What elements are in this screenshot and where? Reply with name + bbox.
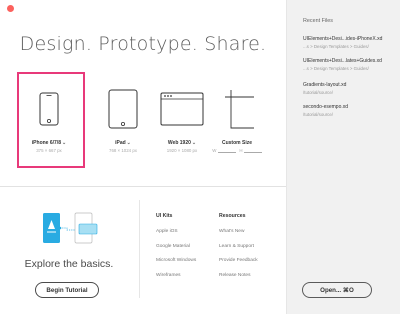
resources-title: Resources xyxy=(219,213,246,219)
preset-name: iPhone 6/7/8⌄ xyxy=(31,140,67,146)
link-learn-support[interactable]: Learn & Support xyxy=(219,244,258,259)
preset-ipad[interactable]: iPad⌄ 768 × 1024 px xyxy=(91,73,155,173)
preset-name: Custom Size xyxy=(221,140,252,146)
preset-size: 768 × 1024 px xyxy=(109,148,137,153)
link-google-material[interactable]: Google Material xyxy=(156,244,196,259)
open-file-button[interactable]: Open... ⌘O xyxy=(302,282,372,298)
ui-kits-title: UI Kits xyxy=(156,213,173,219)
recent-file-item[interactable]: UIElements+Desi...lates+Guides.xd ...s >… xyxy=(303,58,399,71)
link-release-notes[interactable]: Release Notes xyxy=(219,273,258,288)
begin-tutorial-button[interactable]: Begin Tutorial xyxy=(35,282,99,298)
chevron-down-icon[interactable]: ⌄ xyxy=(62,140,66,146)
vertical-divider xyxy=(139,200,140,298)
resources-column: Resources What's New Learn & Support Pro… xyxy=(219,213,258,288)
page-title: Design. Prototype. Share. xyxy=(19,33,267,55)
recent-file-item[interactable]: Gradients-layout.xd /tutorial/source/ xyxy=(303,82,399,95)
preset-name: iPad⌄ xyxy=(115,140,131,146)
xd-start-screen: Design. Prototype. Share. iPhone 6/7/8⌄ … xyxy=(0,0,400,314)
explore-heading: Explore the basics. xyxy=(24,258,114,270)
file-name: UIElements+Desi...lates+Guides.xd xyxy=(303,58,382,64)
link-apple-ios[interactable]: Apple iOS xyxy=(156,229,196,244)
link-microsoft-windows[interactable]: Microsoft Windows xyxy=(156,258,196,273)
tutorial-illustration xyxy=(31,210,101,250)
file-name: Gradients-layout.xd xyxy=(303,82,347,88)
ui-kits-column: UI Kits Apple iOS Google Material Micros… xyxy=(156,213,196,288)
link-wireframes[interactable]: Wireframes xyxy=(156,273,196,288)
chevron-down-icon[interactable]: ⌄ xyxy=(192,140,196,146)
file-name: UIElements+Desi...ides-iPhoneX.xd xyxy=(303,36,383,42)
artboard-presets: iPhone 6/7/8⌄ 375 × 667 px iPad⌄ 768 × 1… xyxy=(0,72,286,173)
iphone-icon xyxy=(17,81,81,136)
link-whats-new[interactable]: What's New xyxy=(219,229,258,244)
close-window-button[interactable] xyxy=(7,5,14,12)
recent-file-item[interactable]: secondo-esempo.xd /tutorial/source/ xyxy=(303,104,399,117)
custom-size-fields: W H xyxy=(205,148,269,153)
file-path: /tutorial/source/ xyxy=(303,111,334,117)
file-name: secondo-esempo.xd xyxy=(303,104,349,110)
recent-files-sidebar: Recent Files UIElements+Desi...ides-iPho… xyxy=(286,0,400,314)
file-path: /tutorial/source/ xyxy=(303,89,334,95)
recent-files-title: Recent Files xyxy=(303,18,333,24)
height-field[interactable] xyxy=(243,149,262,153)
preset-size: 375 × 667 px xyxy=(36,148,62,153)
file-path: ...s > Design Templates > Guides/ xyxy=(303,43,369,49)
preset-custom[interactable]: Custom Size W H xyxy=(205,73,269,173)
custom-size-icon xyxy=(205,81,269,136)
ipad-icon xyxy=(91,81,155,136)
section-divider xyxy=(0,186,286,187)
main-panel: Design. Prototype. Share. iPhone 6/7/8⌄ … xyxy=(0,0,286,314)
file-path: ...s > Design Templates > Guides/ xyxy=(303,65,369,71)
link-provide-feedback[interactable]: Provide Feedback xyxy=(219,258,258,273)
chevron-down-icon[interactable]: ⌄ xyxy=(127,140,131,146)
preset-iphone[interactable]: iPhone 6/7/8⌄ 375 × 667 px xyxy=(17,72,85,173)
recent-file-item[interactable]: UIElements+Desi...ides-iPhoneX.xd ...s >… xyxy=(303,36,399,49)
width-field[interactable] xyxy=(217,149,236,153)
